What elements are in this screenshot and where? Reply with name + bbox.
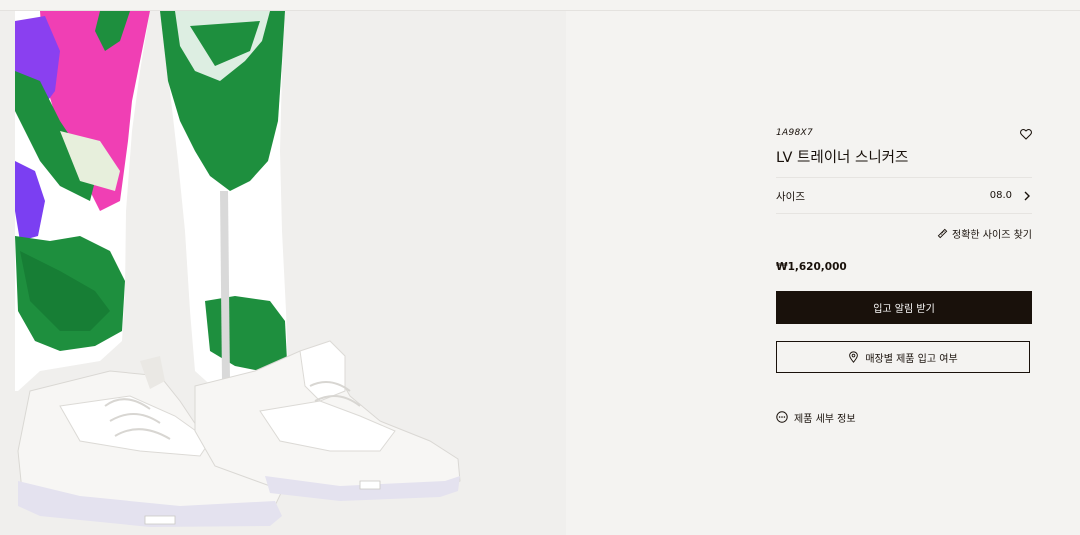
wishlist-button[interactable] [1019, 126, 1033, 140]
size-guide-label: 정확한 사이즈 찾기 [952, 229, 1032, 241]
product-sku: 1A98X7 [776, 128, 814, 138]
size-divider-bottom [776, 213, 1032, 214]
store-availability-label: 매장별 제품 입고 여부 [865, 353, 958, 365]
heart-icon [1020, 129, 1032, 140]
product-details-link[interactable]: 제품 세부 정보 [776, 409, 856, 425]
more-dots-icon [776, 411, 788, 423]
product-details-label: 제품 세부 정보 [794, 413, 856, 425]
product-title: LV 트레이너 스니커즈 [776, 150, 909, 166]
size-divider-top [776, 177, 1032, 178]
product-photo-illustration [0, 11, 461, 527]
product-image[interactable] [0, 11, 566, 535]
size-label: 사이즈 [776, 191, 805, 203]
location-pin-icon [849, 351, 859, 363]
notify-restock-label: 입고 알림 받기 [873, 304, 935, 315]
size-guide-link[interactable]: 정확한 사이즈 찾기 [937, 226, 1032, 241]
size-selector[interactable]: 사이즈 08.0 [776, 182, 1032, 210]
notify-restock-button[interactable]: 입고 알림 받기 [776, 291, 1032, 324]
ruler-icon [937, 228, 948, 238]
size-value: 08.0 [989, 190, 1012, 201]
chevron-right-icon [1024, 191, 1030, 201]
store-availability-button[interactable]: 매장별 제품 입고 여부 [776, 341, 1030, 373]
product-price: ₩1,620,000 [776, 261, 847, 273]
